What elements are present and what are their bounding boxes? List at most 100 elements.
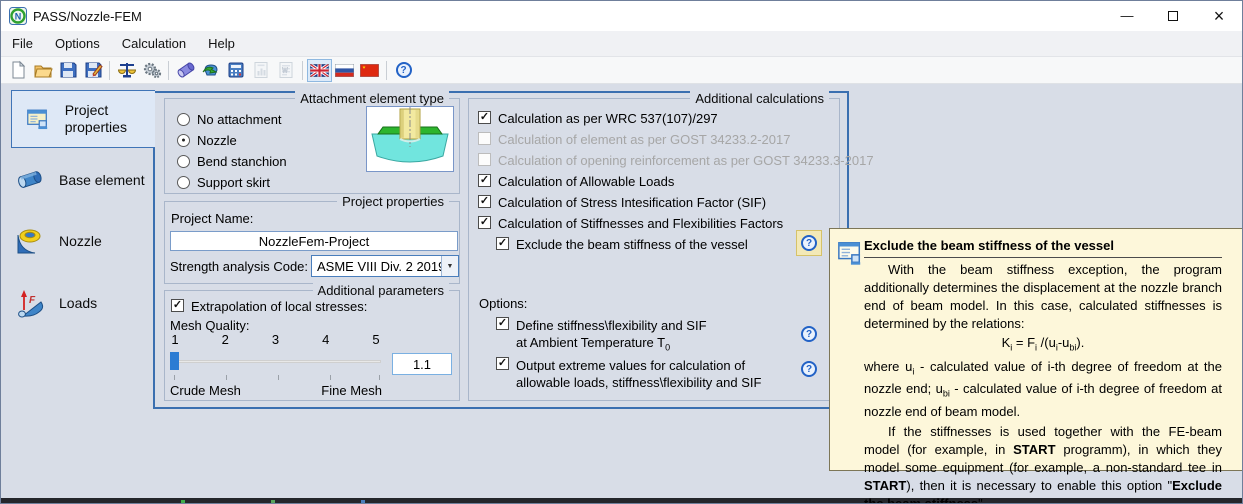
slider-tick (278, 375, 279, 380)
sidebar-item-base-element[interactable]: Base element (15, 161, 153, 199)
close-icon: × (1214, 6, 1225, 27)
units-scales-icon (117, 60, 137, 80)
help-icon: ? (396, 62, 412, 78)
slider-tick (226, 375, 227, 380)
title-bar: N PASS/Nozzle-FEM — × (1, 1, 1242, 31)
radio-icon (177, 176, 190, 189)
tooltip-title: Exclude the beam stiffness of the vessel (864, 238, 1222, 258)
attachment-element-type-group: Attachment element type No attachment ● … (164, 98, 460, 194)
menu-help[interactable]: Help (197, 32, 246, 55)
chevron-down-icon[interactable]: ▼ (441, 256, 458, 276)
project-name-input[interactable] (170, 231, 458, 251)
content-area: Project properties Base element Nozzle (1, 84, 1243, 499)
toolbar: ? (1, 57, 1242, 84)
radio-icon (177, 113, 190, 126)
help-define-stiffness[interactable]: ? (796, 321, 822, 347)
model-tool-button[interactable] (198, 59, 223, 82)
maximize-button[interactable] (1150, 1, 1196, 31)
close-button[interactable]: × (1196, 1, 1242, 31)
app-window: N PASS/Nozzle-FEM — × File Options Calcu… (0, 0, 1243, 504)
svg-text:N: N (15, 12, 22, 22)
checkbox-label: Calculation of Allowable Loads (498, 174, 674, 189)
mesh-quality-value[interactable]: 1.1 (392, 353, 452, 375)
options-label: Options: (479, 296, 527, 311)
radio-support-skirt[interactable]: Support skirt (177, 174, 270, 190)
checkbox-icon: ✓ (478, 195, 491, 208)
checkbox-label: Calculation of element as per GOST 34233… (498, 132, 790, 147)
group-caption: Project properties (337, 194, 449, 209)
checkbox-sif[interactable]: ✓ Calculation of Stress Intesification F… (478, 195, 766, 210)
word-report-icon (276, 60, 296, 80)
additional-parameters-group: Additional parameters ✓ Extrapolation of… (164, 290, 460, 401)
new-document-button[interactable] (5, 59, 30, 82)
combobox-value: ASME VIII Div. 2 2019 (312, 259, 441, 274)
radio-bend-stanchion[interactable]: Bend stanchion (177, 153, 287, 169)
strength-code-combobox[interactable]: ASME VIII Div. 2 2019 ▼ (311, 255, 459, 277)
language-chinese-button[interactable] (357, 59, 382, 82)
nozzle-tool-button[interactable] (173, 59, 198, 82)
checkbox-icon: ✓ (171, 299, 184, 312)
save-button[interactable] (55, 59, 80, 82)
radio-nozzle[interactable]: ● Nozzle (177, 132, 237, 148)
sidebar-item-project-properties[interactable]: Project properties (11, 90, 155, 148)
toolbar-separator (302, 61, 303, 80)
sidebar-item-loads[interactable]: F Loads (15, 284, 153, 322)
language-russian-button[interactable] (332, 59, 357, 82)
model-tool-icon (201, 60, 221, 80)
radio-label: Bend stanchion (197, 154, 287, 169)
save-as-icon (83, 60, 103, 80)
help-icon: ? (801, 361, 817, 377)
window-title: PASS/Nozzle-FEM (33, 9, 142, 24)
help-output-extreme[interactable]: ? (796, 356, 822, 382)
loads-icon: F (15, 288, 45, 318)
nozzle-attachment-preview-image (366, 106, 454, 172)
checkbox-allowable-loads[interactable]: ✓ Calculation of Allowable Loads (478, 174, 674, 189)
project-name-label: Project Name: (171, 211, 253, 226)
checkbox-icon (478, 132, 491, 145)
project-properties-icon (26, 105, 51, 133)
extrapolation-checkbox[interactable]: ✓ Extrapolation of local stresses: (171, 299, 367, 314)
checkbox-define-stiffness-ambient[interactable]: ✓ Define stiffness\flexibility and SIFat… (496, 317, 707, 357)
radio-no-attachment[interactable]: No attachment (177, 111, 282, 127)
checkbox-wrc-537[interactable]: ✓ Calculation as per WRC 537(107)/297 (478, 111, 718, 126)
menu-file[interactable]: File (1, 32, 44, 55)
crude-mesh-label: Crude Mesh (170, 383, 241, 398)
checkbox-label: Extrapolation of local stresses: (191, 299, 367, 314)
checkbox-stiffnesses[interactable]: ✓ Calculation of Stiffnesses and Flexibi… (478, 216, 783, 231)
project-properties-group: Project properties Project Name: Strengt… (164, 201, 460, 284)
minimize-button[interactable]: — (1104, 1, 1150, 31)
units-scales-button[interactable] (114, 59, 139, 82)
language-english-button[interactable] (307, 59, 332, 82)
group-caption: Attachment element type (295, 91, 449, 106)
checkbox-exclude-beam-stiffness[interactable]: ✓ Exclude the beam stiffness of the vess… (496, 237, 748, 252)
sidebar-item-label: Loads (59, 295, 97, 312)
menu-options[interactable]: Options (44, 32, 111, 55)
additional-calculations-group: Additional calculations ✓ Calculation as… (468, 98, 840, 401)
settings-gears-button[interactable] (139, 59, 164, 82)
report-button (248, 59, 273, 82)
help-exclude-beam-stiffness[interactable]: ? (796, 230, 822, 256)
checkbox-output-extreme-values[interactable]: ✓ Output extreme values for calculation … (496, 357, 761, 391)
strength-code-label: Strength analysis Code: (170, 259, 308, 274)
help-button[interactable]: ? (391, 59, 416, 82)
maximize-icon (1168, 11, 1178, 21)
app-logo-icon: N (9, 7, 27, 25)
save-icon (58, 60, 78, 80)
sidebar-item-nozzle[interactable]: Nozzle (15, 222, 153, 260)
mesh-quality-slider-track[interactable] (171, 360, 381, 363)
open-project-button[interactable] (30, 59, 55, 82)
tooltip-exclude-beam-stiffness: Exclude the beam stiffness of the vessel… (829, 228, 1243, 471)
help-icon: ? (801, 326, 817, 342)
base-element-icon (15, 165, 45, 195)
save-as-button[interactable] (80, 59, 105, 82)
menu-calculation[interactable]: Calculation (111, 32, 197, 55)
calculator-button[interactable] (223, 59, 248, 82)
sidebar-item-label: Project properties (65, 102, 155, 136)
mesh-quality-slider-handle[interactable] (170, 352, 179, 370)
checkbox-label: Calculation of opening reinforcement as … (498, 153, 874, 168)
help-icon: ? (801, 235, 817, 251)
checkbox-label: Output extreme values for calculation of… (516, 357, 761, 391)
toolbar-separator (109, 61, 110, 80)
nozzle-tool-icon (176, 60, 196, 80)
flag-cn-icon (360, 64, 379, 77)
